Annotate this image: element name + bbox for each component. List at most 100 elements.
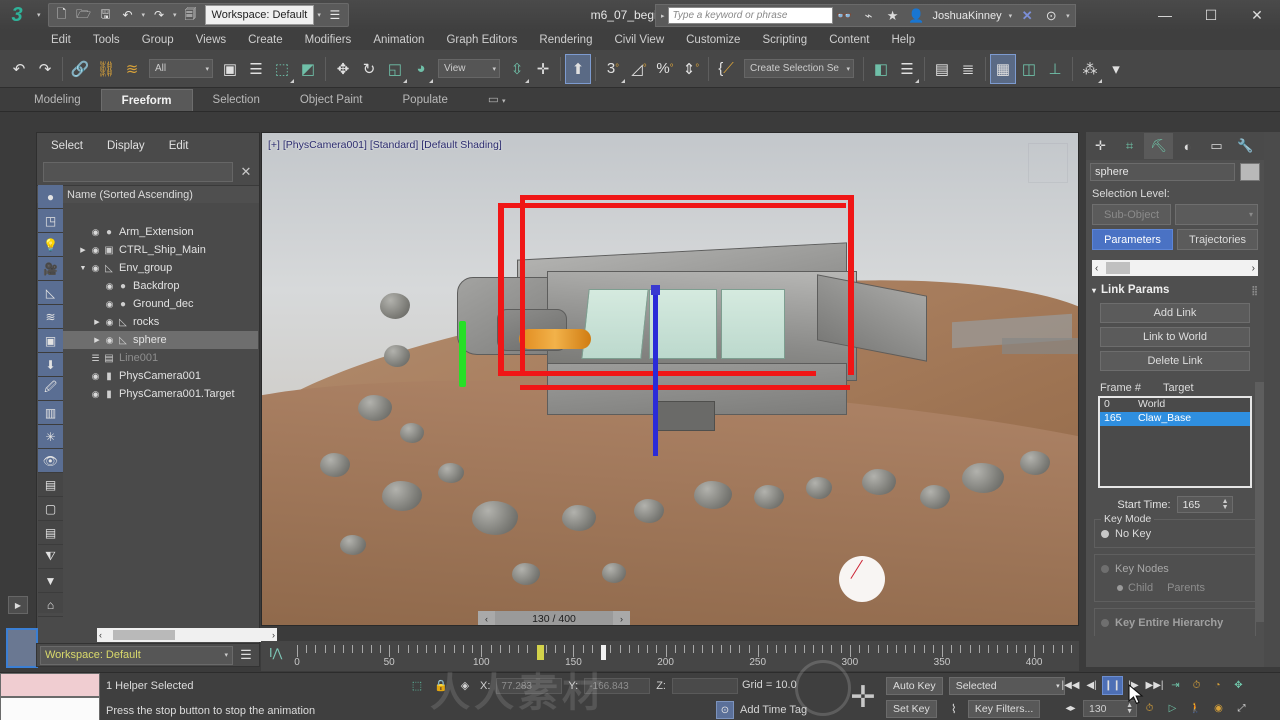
search-input[interactable]: Type a keyword or phrase bbox=[667, 7, 833, 24]
close-button[interactable]: ✕ bbox=[1234, 0, 1280, 30]
visibility-eye-icon[interactable]: ◉ bbox=[89, 371, 102, 382]
bind-to-space-warp-icon[interactable]: ≋ bbox=[119, 54, 145, 84]
angle-snap-toggle-icon[interactable]: 3 ° bbox=[600, 54, 626, 84]
reference-coordinate-dropdown[interactable]: View ▾ bbox=[438, 59, 500, 78]
explorer-menu-display[interactable]: Display bbox=[107, 140, 145, 152]
select-by-name-icon[interactable]: ☰ bbox=[243, 54, 269, 84]
menu-rendering[interactable]: Rendering bbox=[528, 30, 603, 50]
menu-civil-view[interactable]: Civil View bbox=[603, 30, 675, 50]
modify-tab[interactable]: ⌗ bbox=[1115, 133, 1144, 159]
scene-explorer-icon[interactable]: ≣ bbox=[955, 54, 981, 84]
spinner-snap-icon[interactable]: % ° bbox=[652, 54, 678, 84]
key-nodes-child[interactable]: Child bbox=[1117, 582, 1153, 594]
set-key-button[interactable]: Set Key bbox=[886, 700, 937, 718]
container-icon[interactable]: ⌂ bbox=[38, 593, 63, 617]
search-binoculars-icon[interactable]: 👓 bbox=[833, 6, 857, 26]
list-view-icon[interactable]: ▤ bbox=[38, 521, 63, 545]
time-configuration-button[interactable]: ⏱ bbox=[1186, 676, 1207, 695]
filter-hidden-icon[interactable]: 👁 bbox=[38, 449, 63, 473]
scene-explorer-hscrollbar[interactable]: ‹ › bbox=[97, 628, 277, 642]
filter-space-warps-icon[interactable]: ≋ bbox=[38, 305, 63, 329]
ribbon-tab-freeform[interactable]: Freeform bbox=[100, 88, 193, 111]
percent-snap-icon[interactable]: ◿ ° bbox=[626, 54, 652, 84]
next-frame-icon[interactable]: › bbox=[613, 611, 630, 625]
menu-modifiers[interactable]: Modifiers bbox=[294, 30, 363, 50]
filter-xrefs-icon[interactable]: ⬇ bbox=[38, 353, 63, 377]
save-file-icon[interactable]: 🖫 bbox=[95, 5, 117, 25]
command-panel-vscrollbar[interactable] bbox=[1255, 382, 1264, 622]
named-selection-set-dropdown[interactable]: Create Selection Se ▾ bbox=[744, 59, 854, 78]
filter-shapes-icon[interactable]: ◳ bbox=[38, 209, 63, 233]
tree-item-arm-extension[interactable]: ◉ ● Arm_Extension bbox=[63, 223, 258, 241]
create-tab[interactable]: ✛ bbox=[1086, 133, 1115, 159]
scroll-right-icon[interactable]: › bbox=[1252, 263, 1255, 274]
key-mode-dropdown[interactable]: Selected ▾ bbox=[948, 677, 1065, 695]
redo-icon[interactable]: ↷ bbox=[32, 54, 58, 84]
select-object-icon[interactable]: ▣ bbox=[217, 54, 243, 84]
filter-helpers-icon[interactable]: ◺ bbox=[38, 281, 63, 305]
undo-icon[interactable]: ↶ bbox=[6, 54, 32, 84]
object-name-field[interactable]: sphere bbox=[1090, 163, 1235, 181]
tree-expander-icon[interactable]: ▶ bbox=[91, 318, 103, 326]
ribbon-tab-object-paint[interactable]: Object Paint bbox=[280, 89, 383, 111]
link-params-rollout-header[interactable]: ▾ Link Params ⣿ bbox=[1086, 280, 1264, 300]
spinner-snap-toggle-icon[interactable]: ⇕ ° bbox=[678, 54, 704, 84]
visibility-eye-icon[interactable]: ◉ bbox=[103, 317, 116, 328]
tree-item-sphere[interactable]: ▶ ◉ ◺ sphere bbox=[63, 331, 258, 349]
time-slider-handle[interactable] bbox=[536, 645, 544, 660]
curve-editor-icon[interactable]: ▦ bbox=[990, 53, 1016, 84]
motion-tab[interactable]: ◐ bbox=[1173, 133, 1202, 159]
redo-icon[interactable]: ↷ bbox=[148, 5, 170, 25]
viewport[interactable]: [+] [PhysCamera001] [Standard] [Default … bbox=[261, 132, 1079, 626]
parameters-button[interactable]: Parameters bbox=[1092, 229, 1173, 250]
zoom-extents-all-button[interactable]: ◔ bbox=[1207, 676, 1228, 695]
snaps-toggle-icon[interactable]: ⬆ bbox=[565, 53, 591, 84]
filter-cameras-icon[interactable]: 🎥 bbox=[38, 257, 63, 281]
layer-explorer-icon[interactable]: ▤ bbox=[929, 54, 955, 84]
favorites-star-icon[interactable]: ★ bbox=[881, 6, 905, 26]
object-color-swatch[interactable] bbox=[1240, 163, 1260, 181]
key-mode-key-nodes[interactable]: Key Nodes bbox=[1101, 561, 1249, 577]
open-file-icon[interactable]: 🗁 bbox=[73, 5, 95, 25]
ribbon-tab-modeling[interactable]: Modeling bbox=[14, 89, 101, 111]
search-chevron-icon[interactable]: ▸ bbox=[658, 12, 668, 20]
select-and-link-icon[interactable]: 🔗 bbox=[67, 54, 93, 84]
x-coordinate-field[interactable]: 77.283 bbox=[496, 677, 563, 694]
rectangular-selection-region-icon[interactable]: ⬚ bbox=[269, 54, 295, 84]
trajectories-button[interactable]: Trajectories bbox=[1177, 229, 1258, 250]
select-and-move-icon[interactable]: ✥ bbox=[330, 54, 356, 84]
timeline-track-bar[interactable]: Ⅰ⋀ 0 50 100 150 200 250 300 350 400 bbox=[261, 641, 1079, 671]
workspace-selector[interactable]: Workspace: Default bbox=[204, 5, 315, 25]
ribbon-tab-populate[interactable]: Populate bbox=[383, 89, 468, 111]
tree-item-ground-dec[interactable]: ◉ ● Ground_dec bbox=[63, 295, 258, 313]
unlink-selection-icon[interactable]: ⛓ bbox=[93, 54, 119, 84]
user-account-icon[interactable]: 👤 bbox=[905, 6, 929, 26]
filter-funnel-settings-icon[interactable]: ⧨ bbox=[38, 545, 63, 569]
track-view-filter-icon[interactable]: Ⅰ⋀ bbox=[269, 646, 282, 660]
keyframe-marker[interactable] bbox=[601, 645, 607, 660]
hierarchy-tab[interactable]: ⛏ bbox=[1144, 133, 1173, 159]
visibility-eye-icon[interactable]: ◉ bbox=[89, 389, 102, 400]
filter-funnel-icon[interactable]: ▼ bbox=[38, 569, 63, 593]
redo-history-chevron-icon[interactable]: ▾ bbox=[170, 11, 180, 19]
scroll-left-icon[interactable]: ‹ bbox=[99, 630, 102, 640]
view-cube[interactable] bbox=[1028, 143, 1068, 183]
populate-dropdown-icon[interactable]: ▭ ▾ bbox=[468, 89, 526, 111]
start-time-field[interactable]: 165 ▲ ▼ bbox=[1176, 496, 1233, 513]
app-menu-chevron-icon[interactable]: ▾ bbox=[34, 11, 44, 19]
add-link-button[interactable]: Add Link bbox=[1100, 303, 1250, 323]
select-and-scale-icon[interactable]: ◱ bbox=[382, 54, 408, 84]
new-file-icon[interactable]: 🗋 bbox=[51, 5, 73, 25]
menu-tools[interactable]: Tools bbox=[82, 30, 131, 50]
scene-explorer-search-input[interactable] bbox=[43, 162, 233, 182]
go-to-start-button[interactable]: |◀◀ bbox=[1060, 676, 1081, 695]
edit-named-selection-sets-icon[interactable]: {⟋ bbox=[713, 54, 739, 84]
rollout-collapse-icon[interactable]: ▾ bbox=[1092, 286, 1096, 295]
explorer-menu-select[interactable]: Select bbox=[51, 140, 83, 152]
sub-object-dropdown[interactable]: ▾ bbox=[1175, 204, 1258, 225]
visibility-eye-icon[interactable]: ◉ bbox=[103, 281, 116, 292]
add-time-tag-plus-icon[interactable]: ✛ bbox=[846, 679, 880, 715]
set-project-folder-icon[interactable]: 🗐 bbox=[180, 5, 202, 25]
visibility-eye-icon[interactable]: ◉ bbox=[89, 227, 102, 238]
layer-stack-icon[interactable]: ☰ bbox=[89, 353, 102, 364]
